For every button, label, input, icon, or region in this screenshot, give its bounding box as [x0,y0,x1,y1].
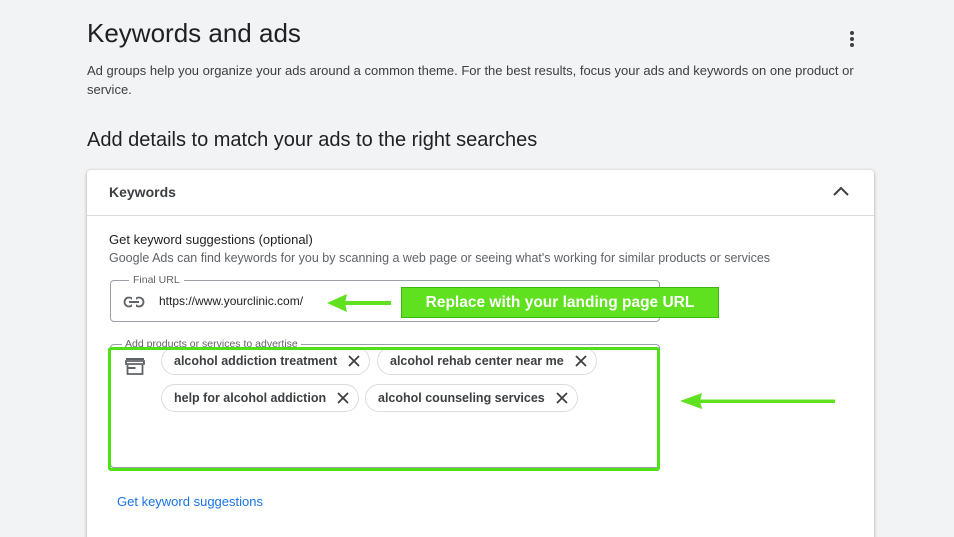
close-icon[interactable] [574,354,588,368]
close-icon[interactable] [336,391,350,405]
chip-label: alcohol addiction treatment [174,354,338,368]
keywords-card: Keywords Get keyword suggestions (option… [87,170,874,537]
annotation-callout: Replace with your landing page URL [401,287,719,318]
page: Keywords and ads Ad groups help you orga… [0,0,954,537]
page-title: Keywords and ads [87,18,301,48]
final-url-label: Final URL [129,274,184,286]
arrow-icon [327,294,391,312]
products-services-field[interactable]: Add products or services to advertise al… [110,338,660,468]
chip-label: alcohol counseling services [378,391,545,405]
more-options-button[interactable] [836,24,868,54]
chip-label: help for alcohol addiction [174,391,327,405]
card-header-title: Keywords [109,184,176,200]
chip-label: alcohol rehab center near me [390,354,564,368]
final-url-input[interactable]: https://www.yourclinic.com/ [159,294,303,308]
keyword-chip: alcohol addiction treatment [161,347,371,375]
close-icon[interactable] [347,354,361,368]
get-keyword-suggestions-link[interactable]: Get keyword suggestions [117,494,263,509]
more-vert-icon [850,31,854,47]
section-title: Add details to match your ads to the rig… [87,129,538,151]
suggestions-title: Get keyword suggestions (optional) [109,232,313,247]
suggestions-description: Google Ads can find keywords for you by … [109,251,771,265]
keywords-card-header[interactable]: Keywords [87,170,874,216]
keyword-chip: help for alcohol addiction [161,384,360,412]
keyword-chip: alcohol counseling services [365,384,578,412]
close-icon[interactable] [555,391,569,405]
storefront-icon [125,358,145,375]
arrow-icon [680,393,835,409]
keyword-chip: alcohol rehab center near me [377,347,597,375]
link-icon [123,296,145,308]
page-description: Ad groups help you organize your ads aro… [87,63,854,97]
chevron-up-icon[interactable] [831,182,851,202]
